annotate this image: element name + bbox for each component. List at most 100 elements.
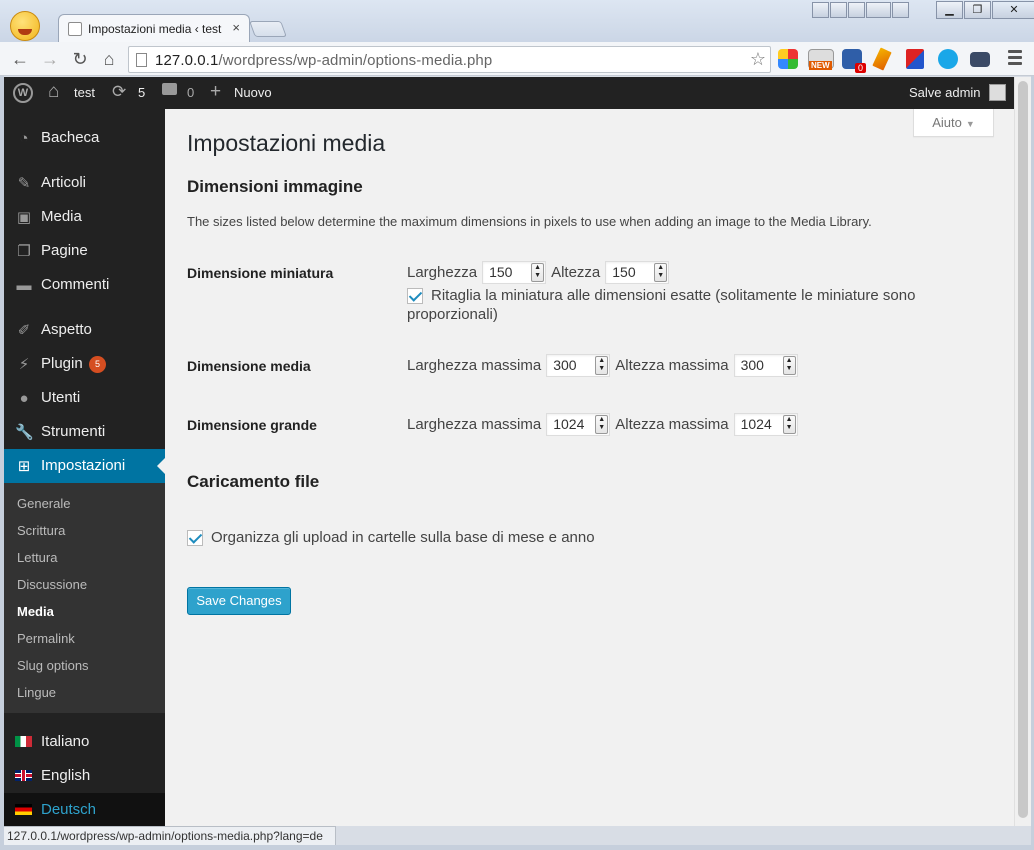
- save-changes-button[interactable]: Save Changes: [187, 587, 291, 615]
- extension-camera-icon[interactable]: [970, 52, 990, 67]
- site-name-link[interactable]: test: [74, 85, 95, 100]
- browser-tab[interactable]: Impostazioni media ‹ test ×: [58, 14, 250, 42]
- plus-icon[interactable]: +: [210, 81, 221, 103]
- system-button-2[interactable]: [830, 2, 847, 18]
- tab-close-icon[interactable]: ×: [232, 20, 240, 35]
- forward-arrow-icon[interactable]: →: [38, 47, 62, 71]
- page-scrollbar[interactable]: [1014, 77, 1031, 826]
- thumbnail-height-input[interactable]: 150 ▲ ▼: [605, 261, 670, 284]
- greeting-link[interactable]: Salve admin: [909, 85, 981, 100]
- brush-icon: ✐: [17, 322, 31, 339]
- sidebar-item-strumenti[interactable]: 🔧 Strumenti: [4, 415, 165, 449]
- large-width-input[interactable]: 1024 ▲ ▼: [546, 413, 611, 436]
- system-button-3[interactable]: [848, 2, 865, 18]
- browser-menu-icon[interactable]: [1008, 50, 1022, 68]
- back-arrow-icon[interactable]: ←: [8, 47, 32, 71]
- organize-uploads-checkbox[interactable]: [187, 529, 203, 546]
- system-button-5[interactable]: [892, 2, 909, 18]
- crop-label-line2: proporzionali): [407, 306, 498, 323]
- plugin-icon: ⚡: [18, 356, 30, 373]
- help-tab-button[interactable]: Aiuto ▼: [913, 109, 994, 137]
- sidebar-item-commenti[interactable]: ▬ Commenti: [4, 268, 165, 302]
- sidebar-item-label: Impostazioni: [41, 457, 126, 474]
- thumbnail-size-label: Dimensione miniatura: [187, 265, 334, 281]
- sidebar-item-utenti[interactable]: ● Utenti: [4, 381, 165, 415]
- tab-title: Impostazioni media ‹ test: [88, 22, 222, 36]
- stepper-arrows-icon[interactable]: ▲ ▼: [531, 263, 545, 282]
- large-height-input[interactable]: 1024 ▲ ▼: [733, 413, 798, 436]
- page-title: Impostazioni media: [187, 130, 386, 156]
- sidebar-item-pagine[interactable]: ❐ Pagine: [4, 234, 165, 268]
- extension-cloud-icon[interactable]: 0: [842, 49, 866, 73]
- plugin-update-badge: 5: [89, 356, 106, 373]
- sidebar-item-aspetto[interactable]: ✐ Aspetto: [4, 313, 165, 347]
- new-content-link[interactable]: Nuovo: [234, 85, 272, 100]
- system-button-4[interactable]: [866, 2, 891, 18]
- stepper-arrows-icon[interactable]: ▲ ▼: [654, 263, 668, 282]
- submenu-media[interactable]: Media: [17, 604, 54, 619]
- extension-arrows-icon[interactable]: [906, 49, 924, 69]
- extension-pencil-icon[interactable]: [872, 47, 892, 71]
- submenu-slug-options[interactable]: Slug options: [17, 658, 89, 673]
- language-english[interactable]: English: [4, 759, 165, 793]
- stepper-arrows-icon[interactable]: ▲ ▼: [782, 356, 796, 375]
- submenu-generale[interactable]: Generale: [17, 496, 70, 511]
- crop-label-line1: Ritaglia la miniatura alle dimensioni es…: [431, 287, 916, 304]
- address-bar[interactable]: 127.0.0.1/wordpress/wp-admin/options-med…: [128, 46, 771, 73]
- extension-new-icon[interactable]: NEW: [808, 49, 834, 70]
- language-deutsch[interactable]: Deutsch: [4, 793, 165, 827]
- media-icon: ▣: [16, 209, 32, 226]
- maximize-button[interactable]: ❐: [964, 1, 991, 19]
- new-tab-button[interactable]: [249, 21, 287, 37]
- smiley-app-icon[interactable]: [10, 11, 40, 41]
- url-text[interactable]: 127.0.0.1/wordpress/wp-admin/options-med…: [155, 52, 492, 69]
- sidebar-item-media[interactable]: ▣ Media: [4, 200, 165, 234]
- stepper-arrows-icon[interactable]: ▲ ▼: [782, 415, 796, 434]
- thumbnail-width-input[interactable]: 150 ▲ ▼: [482, 261, 547, 284]
- home-site-icon[interactable]: ⌂: [48, 81, 59, 103]
- medium-height-input[interactable]: 300 ▲ ▼: [733, 354, 798, 377]
- large-width-value: 1024: [553, 416, 585, 432]
- stepper-arrows-icon[interactable]: ▲ ▼: [595, 415, 609, 434]
- scrollbar-thumb[interactable]: [1018, 81, 1028, 818]
- sidebar-item-bacheca[interactable]: ◔ Bacheca: [4, 121, 165, 155]
- bookmark-star-icon[interactable]: ☆: [750, 49, 766, 70]
- comments-count[interactable]: 0: [187, 85, 194, 100]
- home-icon[interactable]: ⌂: [97, 47, 121, 71]
- avatar[interactable]: [989, 84, 1006, 101]
- medium-size-fields: Larghezza massima 300 ▲ ▼ Altezza massima …: [407, 354, 803, 377]
- sidebar-item-articoli[interactable]: ✎ Articoli: [4, 166, 165, 200]
- sidebar-item-impostazioni[interactable]: ⊞ Impostazioni: [4, 449, 165, 483]
- sidebar-item-plugin[interactable]: ⚡ Plugin 5: [4, 347, 165, 381]
- submenu-permalink[interactable]: Permalink: [17, 631, 75, 646]
- sidebar-item-label: Utenti: [41, 389, 81, 406]
- language-italiano[interactable]: Italiano: [4, 725, 165, 759]
- submenu-lettura[interactable]: Lettura: [17, 550, 57, 565]
- medium-width-input[interactable]: 300 ▲ ▼: [546, 354, 611, 377]
- browser-titlebar: Impostazioni media ‹ test × ▁ ❐ ✕: [0, 0, 1034, 42]
- stepper-arrows-icon[interactable]: ▲ ▼: [595, 356, 609, 375]
- extension-apps-icon[interactable]: [778, 49, 798, 69]
- sidebar-item-label: Pagine: [41, 242, 88, 259]
- crop-thumbnail-checkbox[interactable]: [407, 287, 423, 304]
- page-icon: [136, 53, 147, 67]
- wordpress-logo-icon[interactable]: W: [13, 83, 33, 103]
- sidebar-item-label: Aspetto: [41, 321, 92, 338]
- submenu-lingue[interactable]: Lingue: [17, 685, 56, 700]
- caret-down-icon: ▼: [965, 119, 975, 129]
- comments-icon[interactable]: [162, 83, 177, 95]
- updates-icon[interactable]: ⟳: [112, 82, 126, 102]
- submenu-scrittura[interactable]: Scrittura: [17, 523, 65, 538]
- organize-uploads-label: Organizza gli upload in cartelle sulla b…: [211, 529, 595, 546]
- close-window-button[interactable]: ✕: [992, 1, 1034, 19]
- reload-icon[interactable]: ↻: [68, 47, 92, 71]
- organize-uploads-option[interactable]: Organizza gli upload in cartelle sulla b…: [187, 528, 595, 547]
- system-button-1[interactable]: [812, 2, 829, 18]
- extension-sync-icon[interactable]: [938, 49, 958, 69]
- minimize-button[interactable]: ▁: [936, 1, 963, 19]
- large-height-label: Altezza massima: [615, 416, 729, 433]
- updates-count[interactable]: 5: [138, 85, 145, 100]
- crop-thumbnail-option[interactable]: Ritaglia la miniatura alle dimensioni es…: [407, 286, 967, 324]
- submenu-discussione[interactable]: Discussione: [17, 577, 87, 592]
- page-favicon-icon: [68, 22, 82, 36]
